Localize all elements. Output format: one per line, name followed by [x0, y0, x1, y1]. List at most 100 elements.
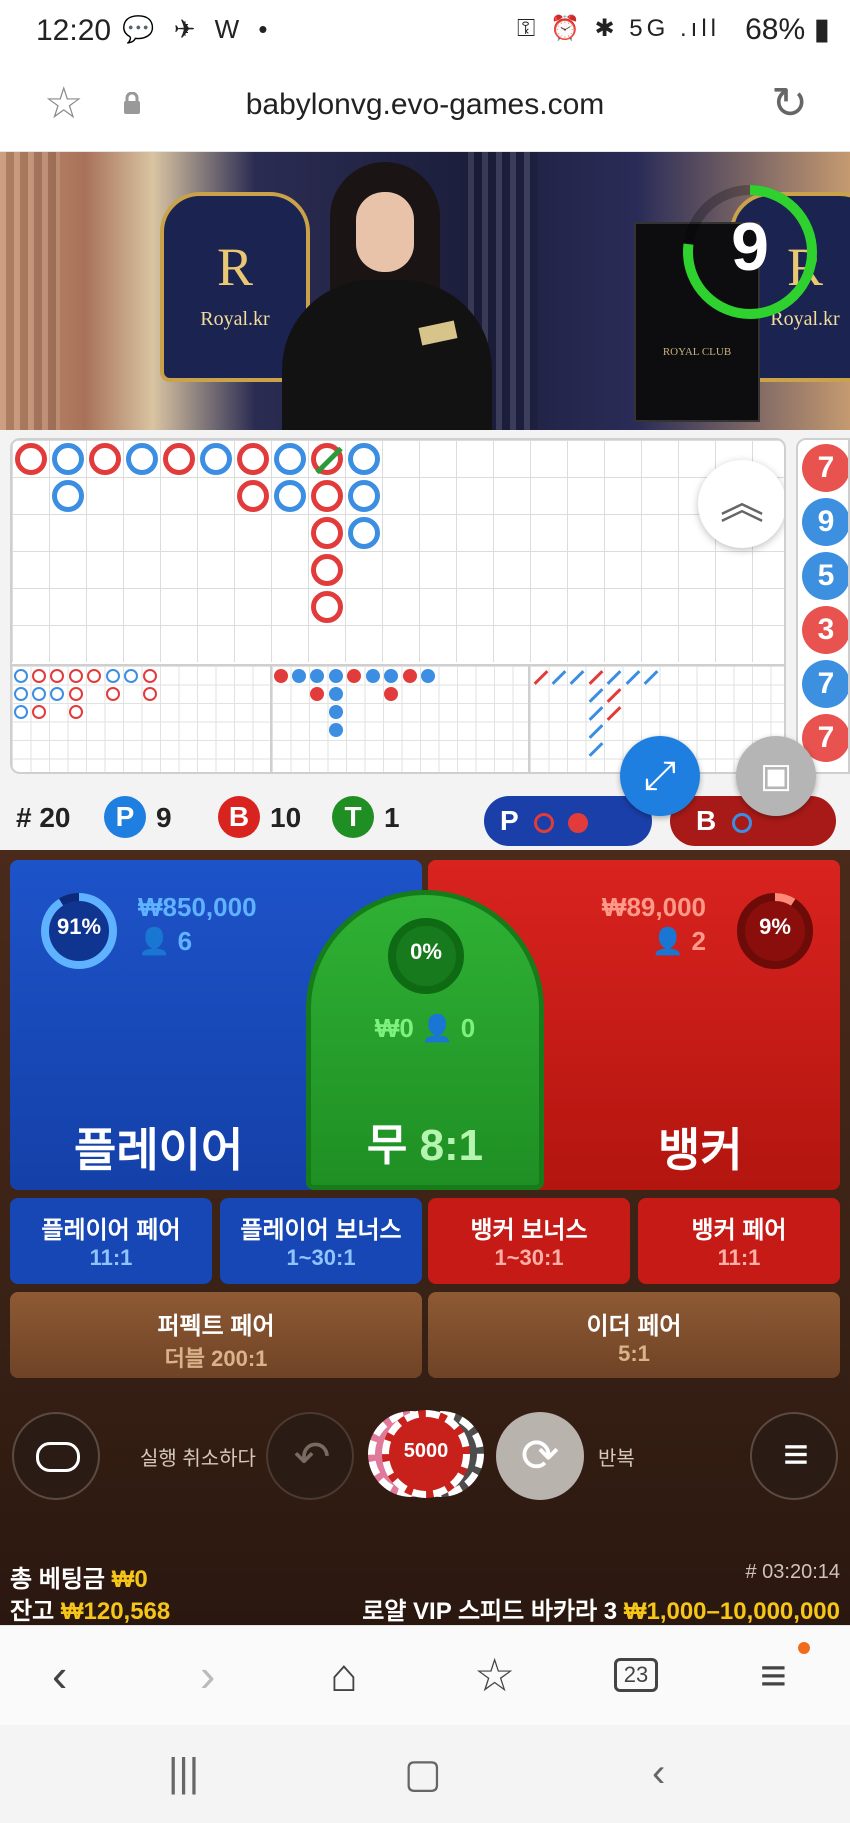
- roadmap-panel: ︽ 7 9 5 3 7 7 # 20 P 9 B 10 T 1 P B ⤢ ▣: [0, 430, 850, 850]
- big-road-player: [348, 480, 380, 512]
- big-road-player: [200, 443, 232, 475]
- big-road-banker: [237, 443, 269, 475]
- player-bettor-count: 👤 6: [138, 926, 193, 956]
- minimize-button[interactable]: ▣: [736, 736, 816, 816]
- big-road-banker: [15, 443, 47, 475]
- collapse-roadmap-button[interactable]: ︽: [698, 460, 784, 548]
- expand-button[interactable]: ⤢: [620, 736, 700, 816]
- recent-apps-icon[interactable]: |||: [168, 1751, 199, 1796]
- player-total-amount: ₩850,000: [138, 892, 257, 922]
- betting-area: 91% ₩850,000 👤 6 플레이어 ₩89,000 👤 2 9% 뱅커 …: [0, 850, 850, 1625]
- small-road: [272, 664, 528, 772]
- big-road-player: [126, 443, 158, 475]
- tie-total-amount: ₩0: [374, 1013, 414, 1043]
- game-id: # 03:20:14: [745, 1561, 840, 1583]
- either-pair-bet[interactable]: 이더 페어 5:1: [428, 1292, 840, 1378]
- tie-odds: 8:1: [419, 1121, 484, 1170]
- chevrons-up-icon: ︽: [720, 479, 764, 528]
- expand-arrows-icon: ⤢: [644, 754, 676, 798]
- menu-button[interactable]: ≡: [750, 1412, 838, 1500]
- table-name: 로얄 VIP 스피드 바카라 3 ₩1,000–10,000,000: [362, 1598, 840, 1625]
- square-icon: ▣: [759, 757, 793, 795]
- player-percent-gauge: 91%: [38, 890, 120, 972]
- bead-item: 7: [802, 444, 848, 492]
- bead-item: 3: [802, 606, 848, 654]
- browser-toolbar: ‹ › ⌂ ☆ 23 ≡: [0, 1625, 850, 1725]
- balance: 잔고 ₩120,568: [10, 1598, 171, 1625]
- undo-label: 실행 취소하다: [140, 1448, 256, 1470]
- tie-percent-gauge: 0%: [385, 915, 467, 997]
- tie-amount-row: ₩0 👤 0: [311, 1013, 539, 1044]
- status-bar: 12:20 💬 ✈ W • ⚿ ⏰ ✱ 5G .ıll 68% ▮: [0, 0, 850, 64]
- banker-stat-count: 10: [270, 802, 302, 833]
- person-icon: 👤: [421, 1013, 454, 1043]
- big-road-player: [52, 480, 84, 512]
- battery-icon: ▮: [805, 13, 830, 46]
- bookmarks-icon[interactable]: ☆: [474, 1648, 515, 1702]
- forward-icon[interactable]: ›: [200, 1648, 215, 1702]
- live-video: R Royal.kr R Royal.kr ROYAL CLUB 9: [0, 152, 850, 430]
- url-text[interactable]: babylonvg.evo-games.com: [0, 88, 850, 122]
- tie-label-row: 무 8:1: [311, 1109, 539, 1173]
- big-road-banker: [311, 591, 343, 623]
- big-road-banker: [311, 554, 343, 586]
- big-road-banker: [89, 443, 121, 475]
- back-icon[interactable]: ‹: [52, 1648, 67, 1702]
- home-icon[interactable]: ⌂: [330, 1648, 358, 1702]
- chip-selector[interactable]: 5000: [368, 1410, 484, 1498]
- notification-dot: [798, 1642, 810, 1654]
- big-road-banker: [311, 517, 343, 549]
- repeat-button[interactable]: ⟳: [496, 1412, 584, 1500]
- round-count: # 20: [16, 802, 71, 833]
- chip-value: 5000: [403, 1440, 449, 1462]
- banker-label: 뱅커: [658, 1124, 743, 1176]
- tabs-icon[interactable]: 23: [614, 1658, 658, 1692]
- big-eye-road: [12, 664, 270, 772]
- system-back-icon[interactable]: ‹: [652, 1751, 665, 1796]
- chat-icon: [36, 1442, 80, 1472]
- banker-pair-bet[interactable]: 뱅커 페어 11:1: [638, 1198, 840, 1284]
- curtain-left: [0, 152, 60, 430]
- battery-level: 68% ▮: [745, 13, 830, 46]
- big-road-player: [274, 480, 306, 512]
- banker-bettor-count: 👤 2: [651, 926, 706, 956]
- bet-limits: ₩1,000–10,000,000: [623, 1598, 840, 1625]
- tie-bet-spot[interactable]: 0% ₩0 👤 0 무 8:1: [306, 890, 544, 1190]
- tie-stat-badge: T: [332, 796, 374, 838]
- big-road-player: [52, 443, 84, 475]
- perfect-pair-bet[interactable]: 퍼펙트 페어 더블 200:1: [10, 1292, 422, 1378]
- round-stats: # 20 P 9 B 10 T 1 P B: [0, 780, 850, 850]
- big-road-player: [348, 443, 380, 475]
- player-pair-bet[interactable]: 플레이어 페어 11:1: [10, 1198, 212, 1284]
- player-bonus-bet[interactable]: 플레이어 보너스 1~30:1: [220, 1198, 422, 1284]
- repeat-label: 반복: [598, 1448, 635, 1470]
- person-icon: 👤: [651, 926, 685, 956]
- player-stat-count: 9: [156, 802, 172, 833]
- big-road[interactable]: ︽: [10, 438, 786, 774]
- banker-bonus-bet[interactable]: 뱅커 보너스 1~30:1: [428, 1198, 630, 1284]
- dealer: [272, 152, 502, 430]
- system-nav-bar: ||| ▢ ‹: [0, 1725, 850, 1823]
- home-button-icon[interactable]: ▢: [404, 1751, 442, 1797]
- bead-road: 7 9 5 3 7 7: [796, 438, 850, 774]
- player-stat-badge: P: [104, 796, 146, 838]
- repeat-icon: ⟳: [520, 1429, 560, 1481]
- banker-percent-gauge: 9%: [734, 890, 816, 972]
- browser-menu-icon[interactable]: ≡: [760, 1648, 787, 1702]
- reload-icon[interactable]: ↻: [771, 78, 808, 129]
- countdown-number: 9: [731, 209, 769, 285]
- system-icons: ⚿ ⏰ ✱ 5G .ıll: [517, 15, 720, 42]
- bead-item: 5: [802, 552, 848, 600]
- bet-info-footer: 총 베팅금 ₩0 잔고 ₩120,568 # 03:20:14 로얄 VIP 스…: [0, 1555, 850, 1625]
- chat-button[interactable]: [12, 1412, 100, 1500]
- undo-icon: ↶: [293, 1433, 331, 1482]
- player-predict-button[interactable]: P: [484, 796, 652, 846]
- banker-stat-badge: B: [218, 796, 260, 838]
- total-bet: 총 베팅금 ₩0: [10, 1566, 148, 1593]
- tie-stat-count: 1: [384, 802, 400, 833]
- undo-button[interactable]: ↶: [266, 1412, 354, 1500]
- bead-item: 9: [802, 498, 848, 546]
- banker-total-amount: ₩89,000: [601, 892, 706, 922]
- tie-bettor-count: 0: [460, 1013, 476, 1043]
- big-road-player: [348, 517, 380, 549]
